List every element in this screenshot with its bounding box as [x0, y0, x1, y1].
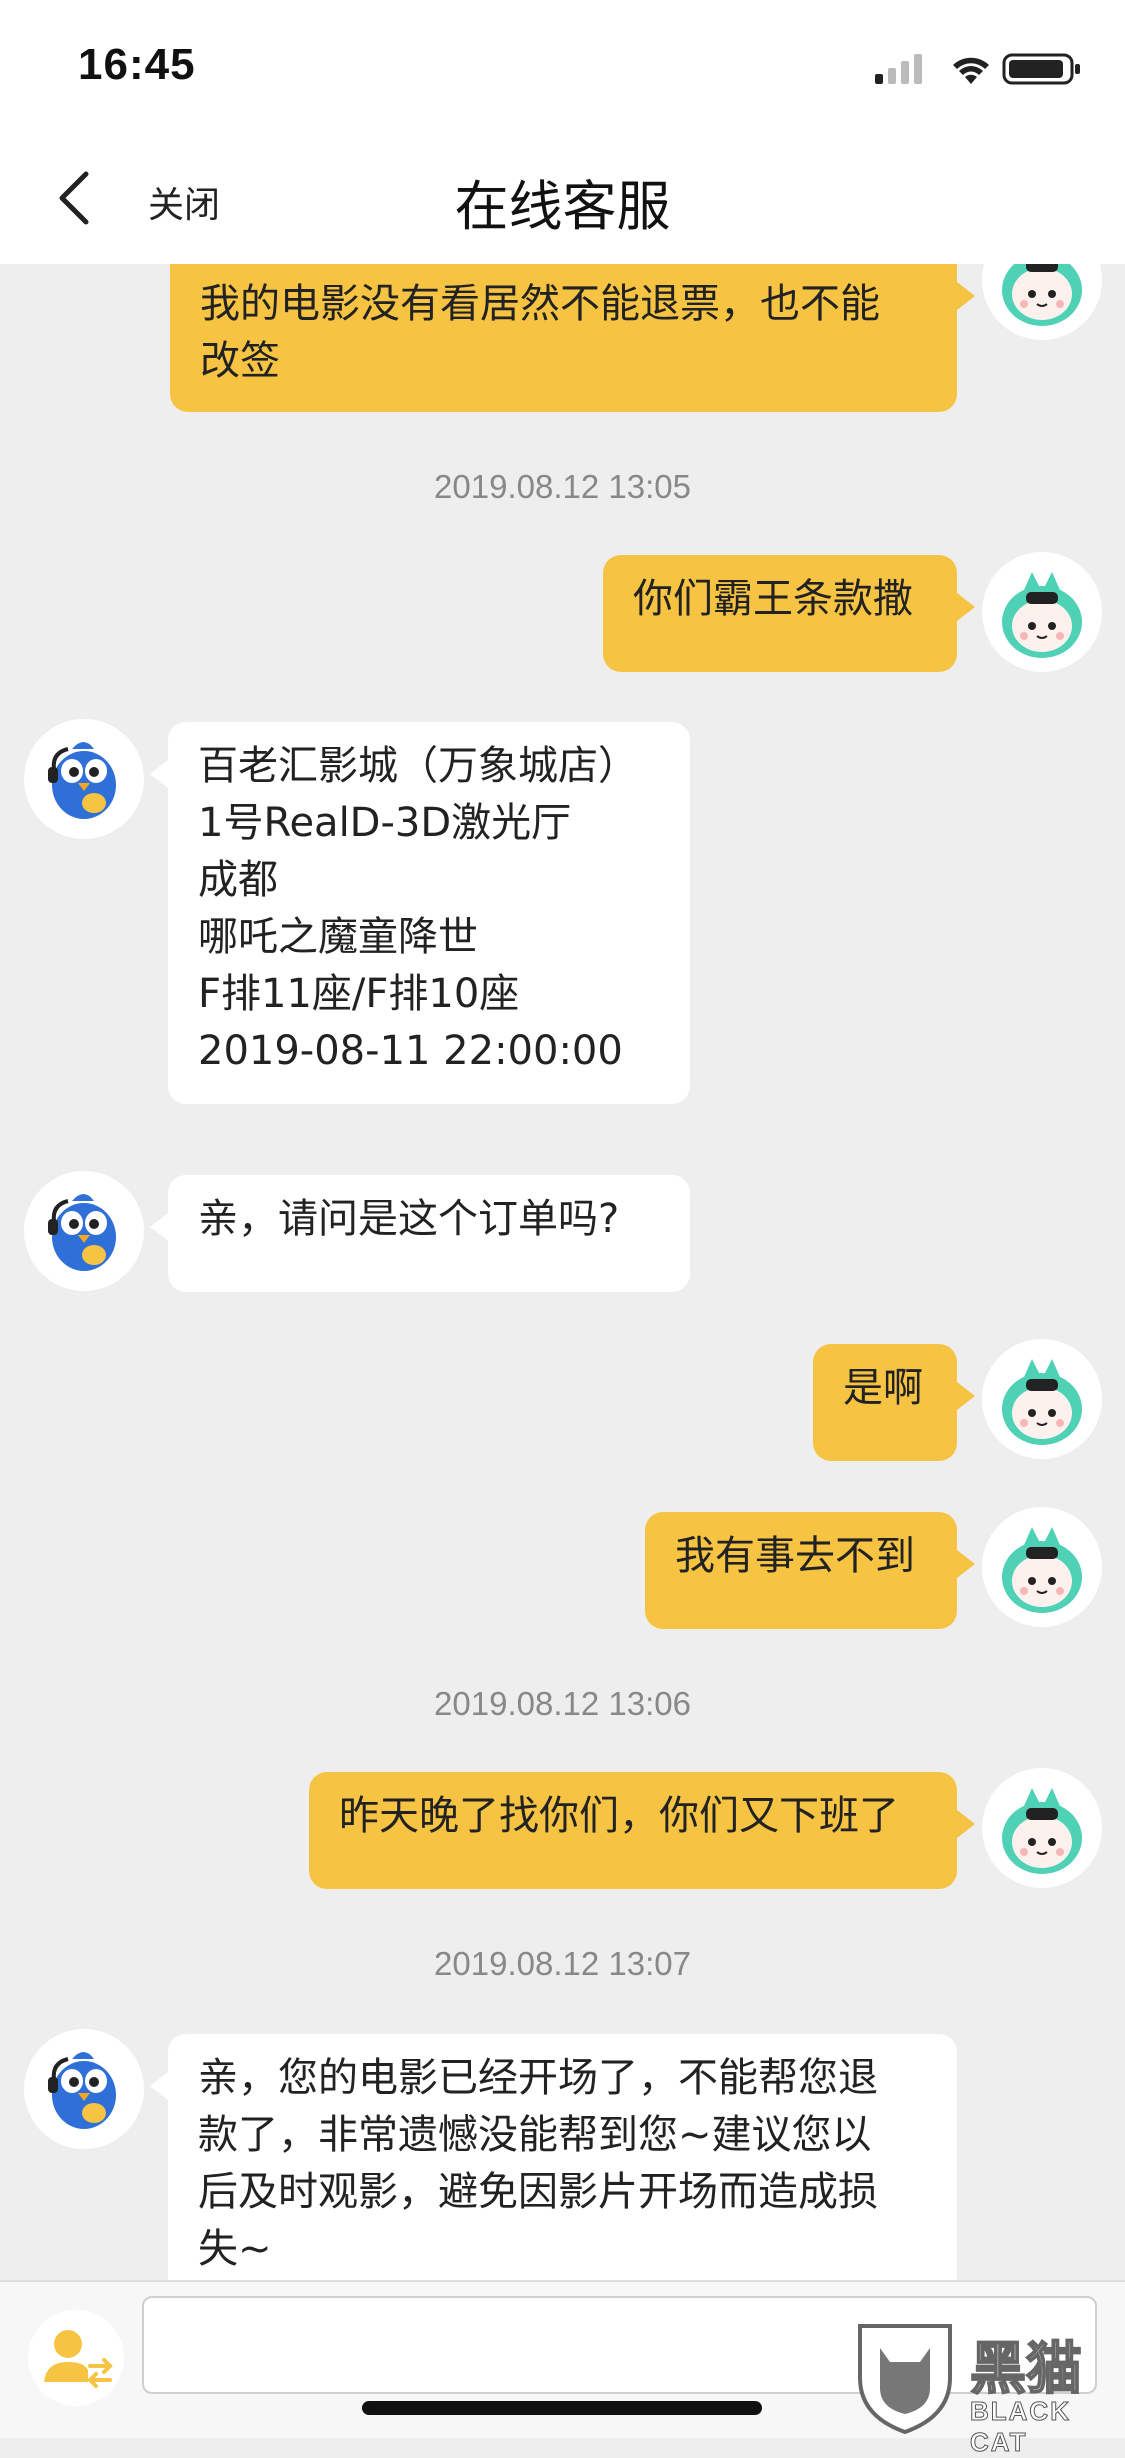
- home-indicator: [362, 2401, 762, 2415]
- message-bubble-user: 是啊: [813, 1344, 975, 1461]
- robot-avatar-icon: [1002, 264, 1082, 326]
- agent-avatar[interactable]: [24, 2029, 144, 2149]
- message-bubble-user: 我的电影没有看居然不能退票，也不能 改签: [170, 264, 975, 412]
- status-icons: [875, 48, 1085, 88]
- user-avatar[interactable]: [982, 1768, 1102, 1888]
- timestamp: 2019.08.12 13:07: [434, 1945, 691, 1982]
- blackcat-watermark: 黑猫 BLACK CAT: [850, 2318, 1125, 2458]
- message-line: 昨天晚了找你们，你们又下班了: [339, 1793, 899, 1839]
- bird-avatar-icon: [48, 2052, 116, 2129]
- timestamp: 2019.08.12 13:05: [434, 468, 691, 505]
- user-avatar[interactable]: [982, 552, 1102, 672]
- message-bubble-user: 昨天晚了找你们，你们又下班了: [309, 1772, 975, 1889]
- watermark-text: 黑猫: [969, 2336, 1083, 2403]
- message-bubble-agent[interactable]: 百老汇影城（万象城店） 1号RealD-3D激光厅 成都 哪吒之魔童降世 F排1…: [150, 722, 690, 1104]
- message-line: 我有事去不到: [675, 1533, 915, 1579]
- wifi-icon: [953, 57, 989, 84]
- order-seats: F排11座/F排10座: [198, 971, 520, 1017]
- message-line: 亲，请问是这个订单吗?: [198, 1196, 620, 1242]
- robot-avatar-icon: [1002, 1788, 1082, 1874]
- status-bar: 16:45: [0, 0, 1125, 132]
- user-avatar[interactable]: [982, 1339, 1102, 1459]
- status-time: 16:45: [78, 40, 196, 89]
- robot-avatar-icon: [1002, 572, 1082, 658]
- signal-icon: [875, 54, 922, 84]
- message-line: 改签: [200, 338, 280, 384]
- shield-cat-icon: [858, 2324, 952, 2435]
- nav-bar: 关闭 在线客服: [0, 132, 1125, 264]
- message-bubble-agent: 亲，您的电影已经开场了，不能帮您退 款了，非常遗憾没能帮到您~建议您以 后及时观…: [150, 2034, 957, 2280]
- timestamp: 2019.08.12 13:06: [434, 1685, 691, 1722]
- switch-agent-button[interactable]: [28, 2310, 124, 2406]
- battery-icon: [1002, 53, 1080, 85]
- order-showtime: 2019-08-11 22:00:00: [198, 1028, 623, 1074]
- chat-area[interactable]: 我的电影没有看居然不能退票，也不能 改签 2019.08.12 13:05 你们…: [0, 264, 1125, 2280]
- order-city: 成都: [198, 857, 278, 903]
- order-cinema: 百老汇影城（万象城店）: [198, 743, 638, 789]
- user-avatar[interactable]: [982, 1507, 1102, 1627]
- person-swap-icon: [44, 2330, 113, 2388]
- message-line: 亲，您的电影已经开场了，不能帮您退: [198, 2055, 878, 2101]
- message-line: 款了，非常遗憾没能帮到您~建议您以: [198, 2112, 872, 2158]
- bird-avatar-icon: [48, 1194, 116, 1271]
- agent-avatar[interactable]: [24, 719, 144, 839]
- message-bubble-user: 你们霸王条款撒: [603, 555, 975, 672]
- robot-avatar-icon: [1002, 1359, 1082, 1445]
- user-avatar[interactable]: [982, 264, 1102, 340]
- message-line: 后及时观影，避免因影片开场而造成损: [198, 2169, 878, 2215]
- message-bubble-agent: 亲，请问是这个订单吗?: [150, 1175, 690, 1292]
- order-hall: 1号RealD-3D激光厅: [198, 800, 572, 846]
- message-line: 我的电影没有看居然不能退票，也不能: [200, 281, 880, 327]
- page-title: 在线客服: [454, 175, 671, 238]
- message-line: 失~: [198, 2226, 272, 2272]
- message-line: 是啊: [843, 1365, 923, 1411]
- bird-avatar-icon: [48, 742, 116, 819]
- agent-avatar[interactable]: [24, 1171, 144, 1291]
- order-movie: 哪吒之魔童降世: [198, 914, 478, 960]
- robot-avatar-icon: [1002, 1527, 1082, 1613]
- message-bubble-user: 我有事去不到: [645, 1512, 975, 1629]
- message-line: 你们霸王条款撒: [633, 576, 913, 622]
- watermark-subtext: BLACK CAT: [970, 2396, 1071, 2458]
